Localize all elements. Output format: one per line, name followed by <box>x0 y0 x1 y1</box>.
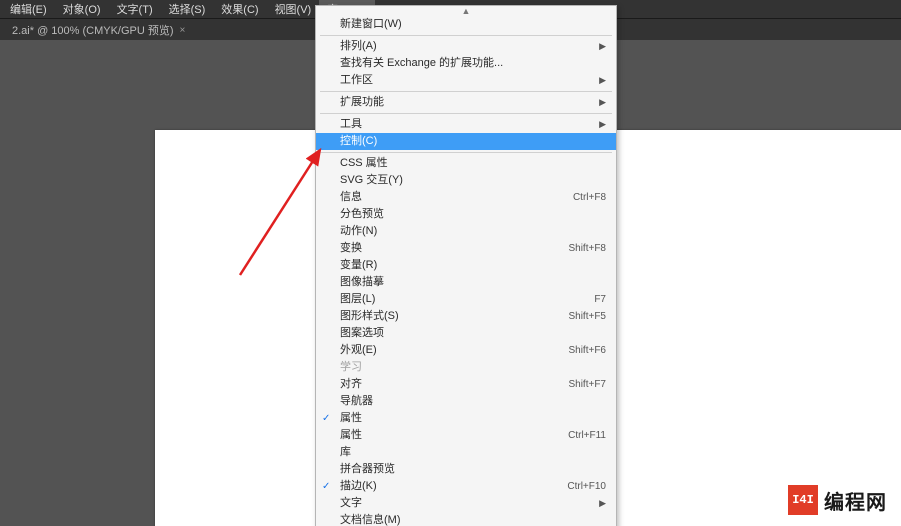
menu-tools[interactable]: 工具 ▶ <box>316 116 616 133</box>
shortcut-label: F7 <box>594 291 606 308</box>
menu-item-label: CSS 属性 <box>340 155 388 172</box>
shortcut-label: Ctrl+F11 <box>568 427 606 444</box>
menu-separator <box>320 35 612 36</box>
menu-flattener-preview[interactable]: 拼合器预览 <box>316 461 616 478</box>
logo-text: 编程网 <box>824 486 887 515</box>
menu-item-label: 图像描摹 <box>340 274 384 291</box>
menu-separation-preview[interactable]: 分色预览 <box>316 206 616 223</box>
document-tab-label: 2.ai* @ 100% (CMYK/GPU 预览) <box>12 22 174 38</box>
menu-item-label: 新建窗口(W) <box>340 16 402 33</box>
menu-item-label: 图形样式(S) <box>340 308 399 325</box>
menu-item-label: 变换 <box>340 240 362 257</box>
site-watermark: I4I 编程网 <box>780 480 895 520</box>
chevron-right-icon: ▶ <box>599 495 606 512</box>
menu-workspace[interactable]: 工作区 ▶ <box>316 72 616 89</box>
menu-arrange[interactable]: 排列(A) ▶ <box>316 38 616 55</box>
menu-extensions[interactable]: 扩展功能 ▶ <box>316 94 616 111</box>
menu-item-label: 外观(E) <box>340 342 377 359</box>
menu-item-label: 扩展功能 <box>340 94 384 111</box>
menu-libraries[interactable]: 库 <box>316 444 616 461</box>
menu-effect[interactable]: 效果(C) <box>213 0 266 19</box>
menu-layers[interactable]: 图层(L) F7 <box>316 291 616 308</box>
menu-item-label: 信息 <box>340 189 362 206</box>
menu-item-label: 文档信息(M) <box>340 512 401 526</box>
menu-item-label: 变量(R) <box>340 257 377 274</box>
document-tab[interactable]: 2.ai* @ 100% (CMYK/GPU 预览) × <box>6 19 191 41</box>
menu-item-label: 拼合器预览 <box>340 461 395 478</box>
shortcut-label: Shift+F7 <box>568 376 606 393</box>
menu-align[interactable]: 对齐 Shift+F7 <box>316 376 616 393</box>
menu-item-label: 库 <box>340 444 351 461</box>
shortcut-label: Ctrl+F8 <box>573 189 606 206</box>
close-icon[interactable]: × <box>180 25 186 36</box>
menu-type[interactable]: 文字 ▶ <box>316 495 616 512</box>
shortcut-label: Ctrl+F10 <box>567 478 606 495</box>
menu-learn: 学习 <box>316 359 616 376</box>
menu-item-label: 图层(L) <box>340 291 375 308</box>
menu-transform[interactable]: 变换 Shift+F8 <box>316 240 616 257</box>
chevron-right-icon: ▶ <box>599 94 606 111</box>
menu-item-label: 动作(N) <box>340 223 377 240</box>
menu-item-label: 属性 <box>340 410 362 427</box>
scroll-up-icon[interactable]: ▲ <box>316 6 616 16</box>
logo-icon: I4I <box>788 485 818 515</box>
menu-item-label: 文字 <box>340 495 362 512</box>
menu-separator <box>320 152 612 153</box>
menu-item-label: 描边(K) <box>340 478 377 495</box>
menu-properties[interactable]: 属性 Ctrl+F11 <box>316 427 616 444</box>
menu-find-exchange[interactable]: 查找有关 Exchange 的扩展功能... <box>316 55 616 72</box>
chevron-right-icon: ▶ <box>599 72 606 89</box>
menu-item-label: 图案选项 <box>340 325 384 342</box>
menu-css-properties[interactable]: CSS 属性 <box>316 155 616 172</box>
menu-text[interactable]: 文字(T) <box>109 0 161 19</box>
menu-object[interactable]: 对象(O) <box>55 0 109 19</box>
menu-item-label: 分色预览 <box>340 206 384 223</box>
check-icon: ✓ <box>322 410 330 427</box>
menu-control[interactable]: 控制(C) <box>316 133 616 150</box>
menu-view[interactable]: 视图(V) <box>267 0 320 19</box>
menu-separator <box>320 113 612 114</box>
menu-pattern-options[interactable]: 图案选项 <box>316 325 616 342</box>
menu-item-label: 学习 <box>340 359 362 376</box>
chevron-right-icon: ▶ <box>599 38 606 55</box>
menu-graphic-styles[interactable]: 图形样式(S) Shift+F5 <box>316 308 616 325</box>
chevron-right-icon: ▶ <box>599 116 606 133</box>
menu-stroke[interactable]: ✓ 描边(K) Ctrl+F10 <box>316 478 616 495</box>
menu-appearance[interactable]: 外观(E) Shift+F6 <box>316 342 616 359</box>
check-icon: ✓ <box>322 478 330 495</box>
menu-item-label: 查找有关 Exchange 的扩展功能... <box>340 55 503 72</box>
menu-variables[interactable]: 变量(R) <box>316 257 616 274</box>
menu-item-label: 控制(C) <box>340 133 377 150</box>
menu-edit[interactable]: 编辑(E) <box>2 0 55 19</box>
shortcut-label: Shift+F5 <box>568 308 606 325</box>
menu-document-info[interactable]: 文档信息(M) <box>316 512 616 526</box>
shortcut-label: Shift+F8 <box>568 240 606 257</box>
menu-actions[interactable]: 动作(N) <box>316 223 616 240</box>
menu-item-label: 排列(A) <box>340 38 377 55</box>
window-menu-dropdown: ▲ 新建窗口(W) 排列(A)▶ 查找有关 Exchange 的扩展功能... … <box>315 5 617 526</box>
menu-separator <box>320 91 612 92</box>
menu-item-label: 属性 <box>340 427 362 444</box>
menu-item-label: 工具 <box>340 116 362 133</box>
menu-item-label: 工作区 <box>340 72 373 89</box>
menu-new-window[interactable]: 新建窗口(W) <box>316 16 616 33</box>
shortcut-label: Shift+F6 <box>568 342 606 359</box>
menu-info[interactable]: 信息 Ctrl+F8 <box>316 189 616 206</box>
menu-item-label: 对齐 <box>340 376 362 393</box>
menu-item-label: SVG 交互(Y) <box>340 172 403 189</box>
menu-image-trace[interactable]: 图像描摹 <box>316 274 616 291</box>
menu-item-label: 导航器 <box>340 393 373 410</box>
menu-select[interactable]: 选择(S) <box>161 0 214 19</box>
menu-svg-interactivity[interactable]: SVG 交互(Y) <box>316 172 616 189</box>
menu-attributes[interactable]: ✓ 属性 <box>316 410 616 427</box>
menu-navigator[interactable]: 导航器 <box>316 393 616 410</box>
